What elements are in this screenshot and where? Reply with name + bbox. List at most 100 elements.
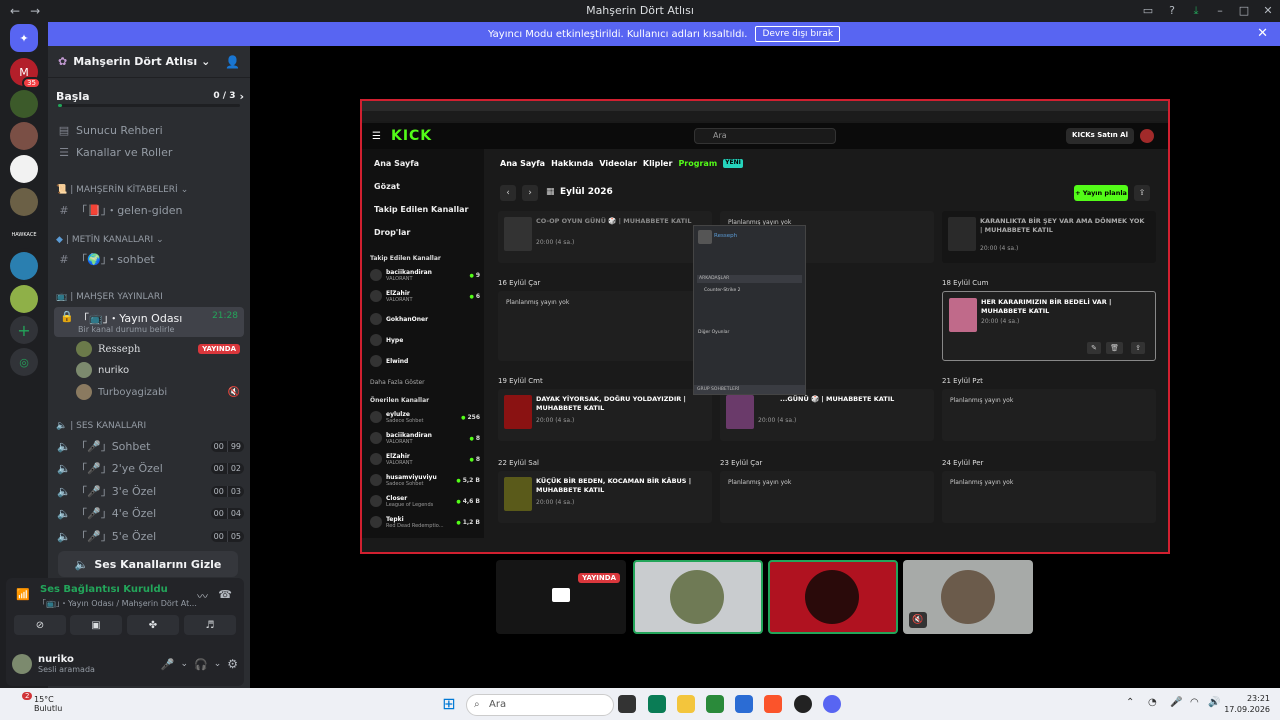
voice-channel[interactable]: 🔈 「🎤」4'e Özel 00 04: [56, 503, 244, 523]
voice-channel-path[interactable]: 「📺」・Yayın Odası / Mahşerin Dört At...: [38, 598, 197, 609]
schedule-stream-button[interactable]: + Yayın planla: [1074, 185, 1128, 201]
tab-home[interactable]: Ana Sayfa: [500, 159, 545, 168]
voice-status[interactable]: Ses Bağlantısı Kuruldu: [40, 584, 168, 595]
signal-icon[interactable]: 📶: [16, 588, 30, 601]
schedule-card[interactable]: HER KARARIMIZIN BİR BEDELİ VAR | MUHABBE…: [942, 291, 1156, 361]
followed-channel[interactable]: GokhanOner: [370, 311, 480, 327]
voice-user[interactable]: Resseph YAYINDA: [76, 340, 240, 358]
schedule-card[interactable]: CO-OP OYUN GÜNÜ 🎲 | MUHABBETE KATIL 20:0…: [498, 211, 712, 263]
app-icon[interactable]: [648, 695, 666, 713]
settings-gear-icon[interactable]: ⚙: [227, 657, 238, 671]
activities-button[interactable]: ✤: [127, 615, 179, 635]
chevron-down-icon[interactable]: ⌄: [214, 659, 222, 669]
category-voice[interactable]: 🔈 | Ses Kanalları: [56, 416, 244, 436]
kick-search-input[interactable]: Ara: [694, 128, 836, 144]
kick-nav-following[interactable]: Takip Edilen Kanallar: [374, 205, 469, 214]
brave-browser-icon[interactable]: [764, 695, 782, 713]
followed-channel[interactable]: Elwind: [370, 353, 480, 369]
recommended-channel[interactable]: ElZahirVALORANT8: [370, 451, 480, 467]
help-icon[interactable]: ?: [1160, 4, 1184, 18]
chevron-down-icon[interactable]: ⌄: [180, 659, 188, 669]
voice-channel[interactable]: 🔈 「🎤」2'ye Özel 00 02: [56, 458, 244, 478]
close-icon[interactable]: ✕: [1256, 4, 1280, 18]
noise-suppression-icon[interactable]: 〰: [197, 588, 208, 604]
disconnect-icon[interactable]: ☎: [218, 588, 232, 601]
guild-header[interactable]: ✿ Mahşerin Dört Atlısı ⌄ 👤: [48, 46, 250, 78]
recommended-channel[interactable]: husamviyuviyuSadece Sohbet5,2 B: [370, 472, 480, 488]
next-month-button[interactable]: ›: [522, 185, 538, 201]
share-icon[interactable]: ⇪: [1134, 185, 1150, 201]
task-view-icon[interactable]: [618, 695, 636, 713]
followed-channel[interactable]: baciikandiranVALORANT9: [370, 267, 480, 283]
category-text[interactable]: ◆ | METİN KANALLARI ⌄: [56, 230, 244, 250]
tab-clips[interactable]: Klipler: [643, 159, 673, 168]
followed-channel[interactable]: Hype: [370, 332, 480, 348]
prev-month-button[interactable]: ‹: [500, 185, 516, 201]
taskbar-clock[interactable]: 23:21 17.09.2026: [1224, 693, 1270, 715]
back-icon[interactable]: ←: [10, 4, 20, 18]
wifi-icon[interactable]: ◠: [1190, 697, 1199, 708]
voice-user[interactable]: Turboyagizabi 🔇: [76, 383, 240, 401]
server-icon[interactable]: [10, 122, 38, 150]
avatar[interactable]: [12, 654, 32, 674]
recommended-channel[interactable]: baciikandiranVALORANT8: [370, 430, 480, 446]
headphones-icon[interactable]: 🎧: [194, 658, 208, 671]
maximize-icon[interactable]: □: [1232, 4, 1256, 18]
close-banner-icon[interactable]: ✕: [1257, 26, 1268, 41]
recommended-channel[interactable]: CloserLeague of Legends4,6 B: [370, 493, 480, 509]
tab-about[interactable]: Hakkında: [551, 159, 593, 168]
channel-yayin-odasi[interactable]: 🔒 「📺」・Yayın Odası 21:28 Bir kanal durumu…: [54, 307, 244, 337]
microphone-icon[interactable]: 🎤: [161, 658, 175, 671]
category-books[interactable]: 📜 | MAHŞERİN KİTABELERİ ⌄: [56, 180, 244, 200]
kick-nav-drops[interactable]: Drop'lar: [374, 228, 410, 237]
recommended-channel[interactable]: eylulzeSadece Sohbet256: [370, 409, 480, 425]
taskbar-search[interactable]: ⌕ Ara: [466, 694, 614, 716]
sidebar-item-server-guide[interactable]: ▤ Sunucu Rehberi: [56, 120, 244, 140]
participant-tile[interactable]: [633, 560, 763, 634]
category-streams[interactable]: 📺 | MAHŞER YAYINLARI: [56, 287, 244, 307]
menu-icon[interactable]: ☰: [372, 131, 381, 142]
voice-user[interactable]: nuriko: [76, 361, 240, 379]
app-icon[interactable]: [794, 695, 812, 713]
add-server-icon[interactable]: +: [10, 316, 38, 344]
edit-icon[interactable]: ✎: [1087, 342, 1101, 354]
tab-schedule[interactable]: Program: [678, 159, 717, 168]
voice-channel[interactable]: 🔈 「🎤」3'e Özel 00 03: [56, 481, 244, 501]
weather-widget[interactable]: 2 15°C Bulutlu: [10, 692, 62, 713]
minimize-icon[interactable]: –: [1208, 4, 1232, 18]
recommended-channel[interactable]: TepkiRed Dead Redemptio...1,2 B: [370, 514, 480, 530]
schedule-card[interactable]: DAYAK YİYORSAK, DOĞRU YOLDAYIZDIR | MUHA…: [498, 389, 712, 441]
channel-status[interactable]: Bir kanal durumu belirle: [78, 325, 174, 334]
disable-streamer-mode-button[interactable]: Devre dışı bırak: [755, 26, 841, 42]
discover-icon[interactable]: ◎: [10, 348, 38, 376]
server-icon[interactable]: [10, 90, 38, 118]
participant-tile-stream[interactable]: YAYINDA: [496, 560, 626, 634]
onboarding-row[interactable]: Başla 0 / 3 ›: [56, 86, 244, 106]
microphone-icon[interactable]: 🎤: [1170, 697, 1182, 708]
schedule-card[interactable]: KARANLIKTA BİR ŞEY VAR AMA DÖNMEK YOK | …: [942, 211, 1156, 263]
share-icon[interactable]: ⇪: [1131, 342, 1145, 354]
app-icon[interactable]: [735, 695, 753, 713]
followed-channel[interactable]: ElZahirVALORANT6: [370, 288, 480, 304]
sidebar-item-channels-roles[interactable]: ☰ Kanallar ve Roller: [56, 142, 244, 162]
channel-sohbet[interactable]: # 「🌍」・sohbet: [56, 249, 244, 269]
volume-icon[interactable]: 🔊: [1208, 697, 1220, 708]
voice-channel[interactable]: 🔈 「🎤」Sohbet 00 99: [56, 436, 244, 456]
network-icon[interactable]: ◔: [1148, 697, 1157, 708]
server-icon[interactable]: [10, 155, 38, 183]
discord-home-icon[interactable]: ✦: [10, 24, 38, 52]
app-icon[interactable]: [706, 695, 724, 713]
discord-icon[interactable]: [823, 695, 841, 713]
delete-icon[interactable]: 🗑: [1106, 342, 1123, 354]
inbox-icon[interactable]: ▭: [1136, 4, 1160, 18]
server-icon[interactable]: [10, 285, 38, 313]
camera-off-button[interactable]: ⊘: [14, 615, 66, 635]
download-icon[interactable]: ⤓: [1184, 4, 1208, 18]
kick-logo[interactable]: KICK: [391, 128, 432, 144]
voice-channel[interactable]: 🔈 「🎤」5'e Özel 00 05: [56, 526, 244, 546]
file-explorer-icon[interactable]: [677, 695, 695, 713]
schedule-card[interactable]: ...GÜNÜ 🎲 | MUHABBETE KATIL 20:00 (4 sa.…: [720, 389, 934, 441]
soundboard-button[interactable]: ♬: [184, 615, 236, 635]
chevron-up-icon[interactable]: ⌃: [1126, 697, 1134, 708]
server-icon[interactable]: [10, 188, 38, 216]
